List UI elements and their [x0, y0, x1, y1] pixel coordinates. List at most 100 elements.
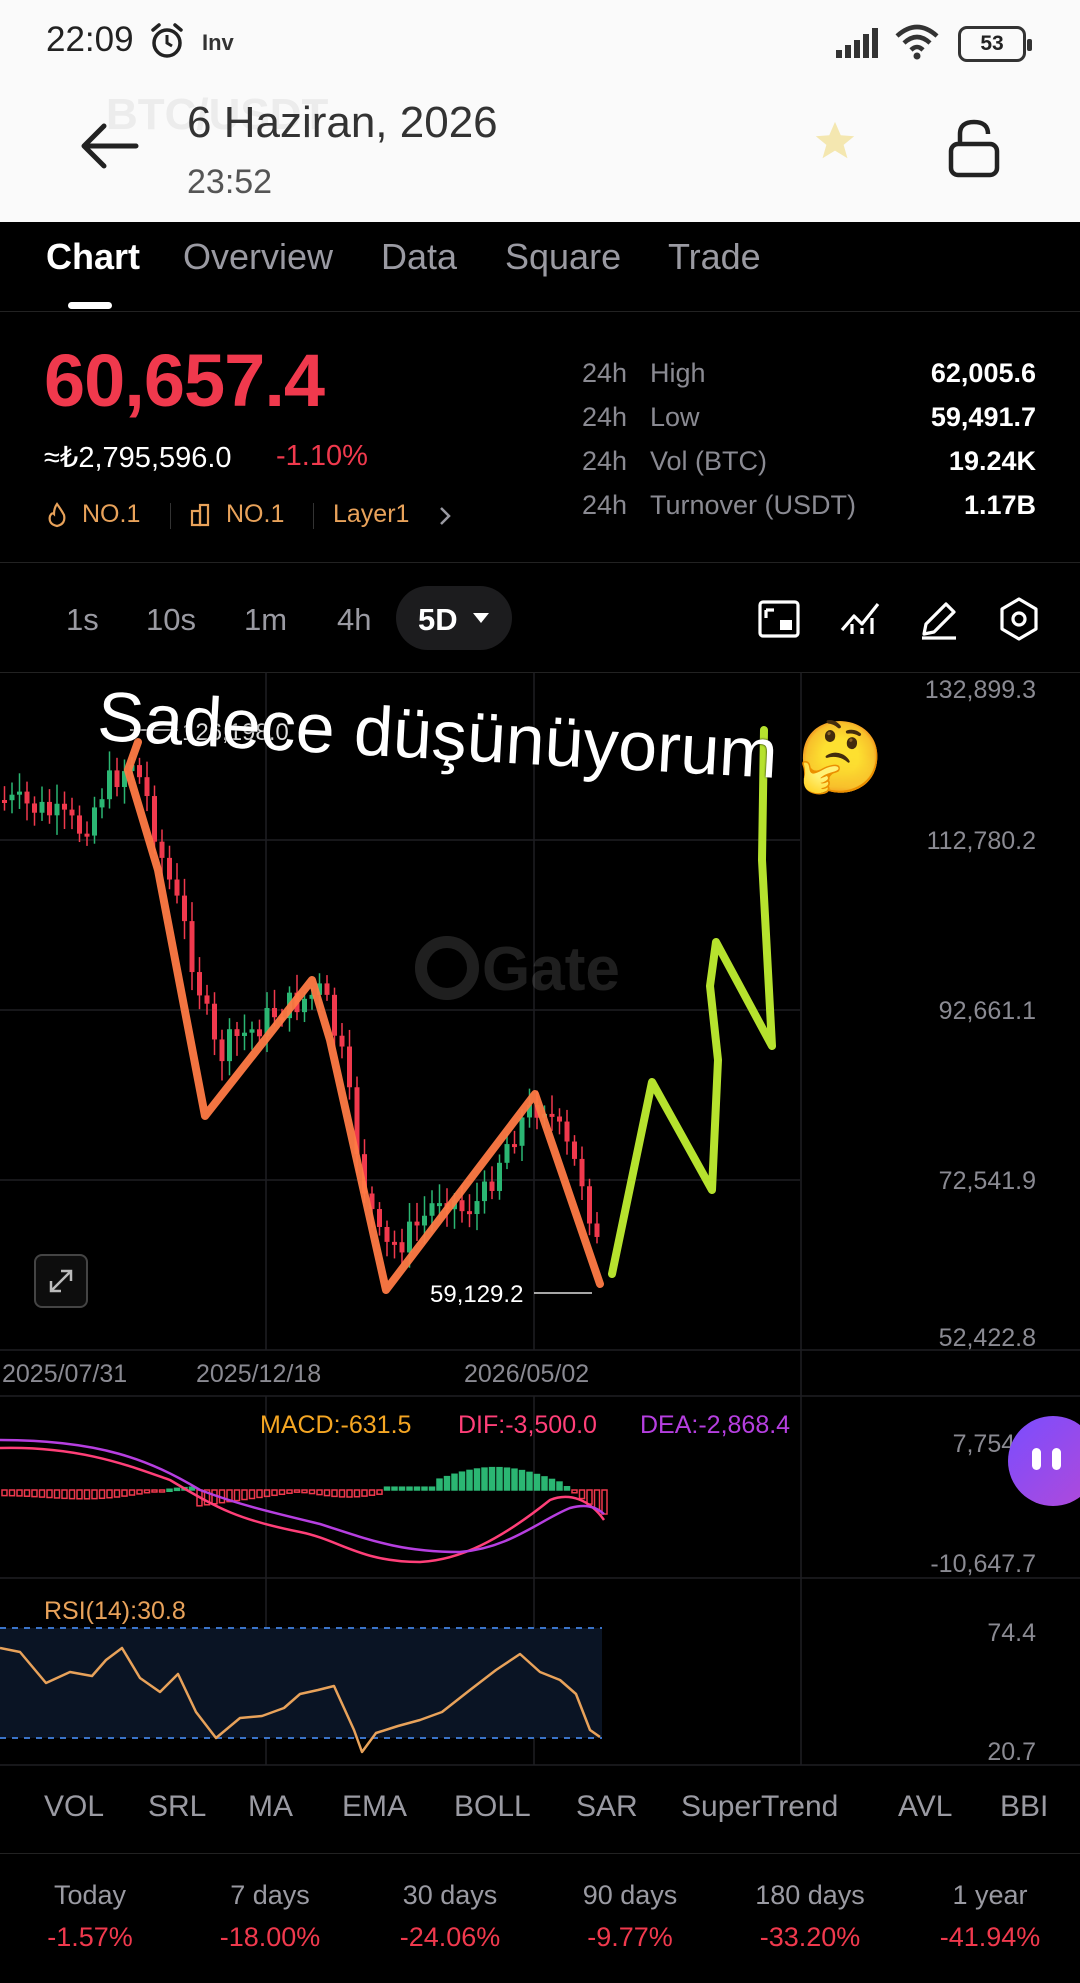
indicator-supertrend[interactable]: SuperTrend: [681, 1790, 838, 1824]
indicator-srl[interactable]: SRL: [148, 1790, 206, 1824]
candle-body: [512, 1144, 517, 1148]
tag-divider: [170, 503, 171, 529]
favorite-star-icon[interactable]: [812, 118, 858, 164]
candle-body: [69, 809, 75, 816]
candle-body: [174, 879, 180, 896]
macd-bar: [256, 1489, 263, 1499]
tag-sector[interactable]: Layer1: [333, 500, 409, 529]
macd-bar: [173, 1487, 181, 1492]
candle-body: [377, 1209, 382, 1227]
tag-rank-cap[interactable]: NO.1: [226, 500, 284, 529]
y-axis-label: 72,541.9: [938, 1167, 1036, 1195]
candle-body: [399, 1242, 405, 1253]
indicator-vol[interactable]: VOL: [44, 1790, 104, 1824]
divider: [0, 562, 1080, 563]
expand-icon: [49, 1269, 73, 1293]
rsi-band: [0, 1628, 602, 1738]
macd-bar: [601, 1489, 608, 1515]
macd-bar: [76, 1489, 83, 1500]
perf-period: 7 days: [230, 1880, 310, 1910]
candle-body: [189, 921, 195, 973]
caret-down-icon: [473, 613, 489, 623]
candle-body: [324, 983, 330, 995]
tag-rank-hot[interactable]: NO.1: [82, 500, 140, 529]
macd-bar: [233, 1489, 241, 1502]
tab-trade[interactable]: Trade: [668, 236, 761, 278]
candle-body: [107, 770, 112, 800]
tab-square[interactable]: Square: [505, 236, 621, 278]
candle-body: [579, 1158, 585, 1187]
candle-body: [564, 1121, 570, 1142]
dif-value: DIF:-3,500.0: [458, 1411, 597, 1439]
tag-divider: [313, 503, 314, 529]
stat-value-high: 62,005.6: [930, 358, 1036, 388]
indicator-sar[interactable]: SAR: [576, 1790, 638, 1824]
candle-body: [152, 796, 157, 842]
bubble-eye: [1052, 1448, 1061, 1470]
macd-dif-line: [0, 1446, 606, 1564]
flame-icon: [48, 502, 66, 528]
macd-bar: [353, 1489, 361, 1498]
chevron-right-icon[interactable]: [436, 504, 454, 528]
macd-bar: [248, 1489, 256, 1500]
candle-body: [99, 799, 105, 808]
indicator-ma[interactable]: MA: [248, 1790, 293, 1824]
macd-bar: [563, 1486, 571, 1491]
rsi-value: RSI(14):30.8: [44, 1597, 186, 1625]
divider: [0, 1853, 1080, 1854]
tab-chart[interactable]: Chart: [46, 236, 140, 278]
macd-bar: [548, 1478, 556, 1491]
macd-bar: [526, 1471, 533, 1491]
timeframe-5d-selector[interactable]: 5D: [396, 586, 512, 650]
perf-value: -18.00%: [219, 1922, 321, 1952]
tab-overview[interactable]: Overview: [183, 236, 333, 278]
candle-body: [159, 841, 165, 858]
macd-bar: [316, 1489, 323, 1496]
macd-bar: [323, 1489, 331, 1497]
indicator-icon[interactable]: [838, 596, 884, 642]
timeframe-10s[interactable]: 10s: [146, 602, 196, 638]
tab-data[interactable]: Data: [381, 236, 457, 278]
candle-body: [182, 895, 187, 922]
candle-body: [474, 1201, 480, 1215]
macd-bar: [481, 1467, 488, 1491]
macd-histogram: [1, 1466, 608, 1515]
fullscreen-chart-icon[interactable]: [756, 596, 802, 642]
macd-bar: [593, 1489, 601, 1511]
candle-body: [234, 1029, 240, 1036]
lock-open-icon[interactable]: [948, 118, 1000, 178]
macd-bar: [278, 1489, 286, 1496]
candle-body: [32, 803, 37, 813]
wifi-icon: [895, 24, 939, 60]
candle-body: [422, 1215, 427, 1226]
indicator-bbi[interactable]: BBI: [1000, 1790, 1080, 1824]
back-arrow-icon[interactable]: [78, 120, 140, 172]
perf-value: -41.94%: [939, 1922, 1041, 1952]
macd-y-bottom: -10,647.7: [930, 1550, 1036, 1578]
candle-body: [339, 1035, 345, 1047]
timeframe-4h[interactable]: 4h: [337, 602, 371, 638]
tab-indicator: [68, 302, 112, 309]
timeframe-1s[interactable]: 1s: [66, 602, 99, 638]
stat-prefix: 24h: [582, 446, 628, 476]
expand-chart-button[interactable]: [34, 1254, 88, 1308]
status-time: 22:09: [46, 20, 134, 59]
candle-body: [227, 1029, 232, 1062]
macd-bar: [166, 1488, 173, 1493]
indicator-boll[interactable]: BOLL: [454, 1790, 531, 1824]
indicator-ema[interactable]: EMA: [342, 1790, 407, 1824]
macd-bar: [16, 1489, 23, 1497]
header-time: 23:52: [187, 163, 273, 201]
price-change: -1.10%: [276, 440, 368, 472]
y-axis-label: 52,422.8: [938, 1324, 1036, 1352]
draw-pencil-icon[interactable]: [916, 596, 962, 642]
candle-body: [17, 791, 22, 795]
stat-value-vol: 19.24K: [948, 446, 1036, 476]
settings-gear-icon[interactable]: [996, 596, 1042, 642]
timeframe-1m[interactable]: 1m: [244, 602, 287, 638]
macd-bar: [98, 1489, 106, 1500]
perf-period: 90 days: [582, 1880, 678, 1910]
indicator-avl[interactable]: AVL: [898, 1790, 952, 1824]
candle-body: [47, 801, 52, 816]
perf-period: 1 year: [952, 1880, 1028, 1910]
